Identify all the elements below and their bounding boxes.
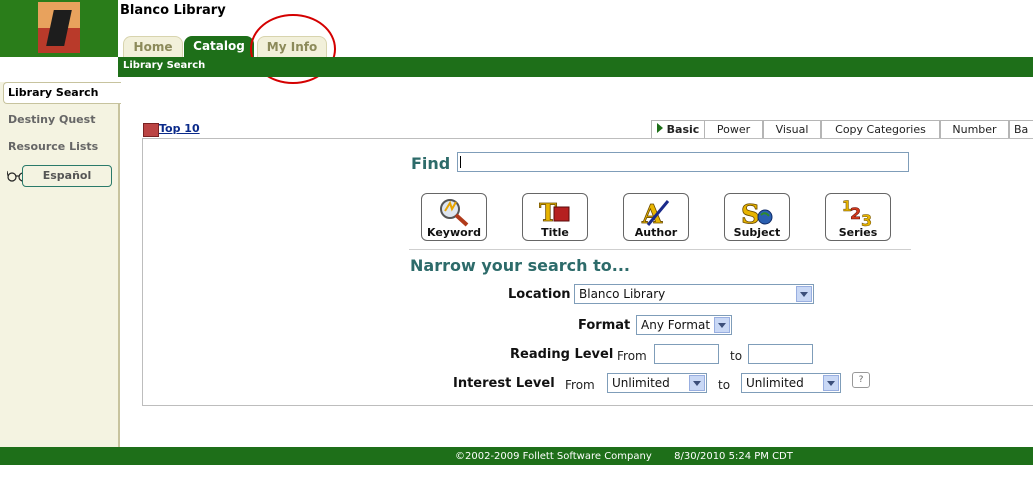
chevron-down-icon xyxy=(714,317,730,333)
footer-timestamp: 8/30/2010 5:24 PM CDT xyxy=(674,451,793,462)
location-select[interactable]: Blanco Library xyxy=(574,284,814,304)
search-tab-ba[interactable]: Ba xyxy=(1009,120,1033,138)
keyword-search-button[interactable]: Keyword xyxy=(421,193,487,241)
footer-text: ©2002-2009 Follett Software Company 8/30… xyxy=(455,451,793,462)
interest-to-label: to xyxy=(718,378,731,392)
chevron-down-icon xyxy=(796,286,812,302)
search-tab-copy-categories[interactable]: Copy Categories xyxy=(821,120,940,138)
find-input[interactable] xyxy=(457,152,909,172)
footer-copyright: ©2002-2009 Follett Software Company xyxy=(455,451,652,462)
series-search-button[interactable]: 1 2 3 Series xyxy=(825,193,891,241)
format-label: Format xyxy=(578,318,631,333)
subject-label: Subject xyxy=(733,226,781,239)
find-label: Find xyxy=(411,154,451,173)
title-search-button[interactable]: T Title xyxy=(522,193,588,241)
search-tab-visual[interactable]: Visual xyxy=(763,120,821,138)
sidebar-item-resource-lists[interactable]: Resource Lists xyxy=(8,140,98,153)
svg-text:2: 2 xyxy=(850,204,861,223)
reading-level-to-input[interactable] xyxy=(748,344,813,364)
svg-text:A: A xyxy=(641,200,663,227)
author-pen-icon: A xyxy=(641,200,670,227)
search-tab-power[interactable]: Power xyxy=(704,120,763,138)
author-label: Author xyxy=(634,226,678,239)
subject-globe-icon: S xyxy=(741,200,773,227)
interest-level-from-select[interactable]: Unlimited xyxy=(607,373,707,393)
magnifier-icon xyxy=(440,199,469,227)
search-tab-number[interactable]: Number xyxy=(940,120,1009,138)
divider xyxy=(409,249,911,250)
tab-home[interactable]: Home xyxy=(123,36,183,58)
svg-text:S: S xyxy=(741,200,760,227)
series-123-icon: 1 2 3 xyxy=(842,199,872,227)
sidebar: Library Search Destiny Quest Resource Li… xyxy=(0,82,121,447)
location-label: Location xyxy=(508,287,571,302)
sidebar-item-destiny-quest[interactable]: Destiny Quest xyxy=(8,113,95,126)
top10-link[interactable]: Top 10 xyxy=(159,122,200,135)
format-select[interactable]: Any Format xyxy=(636,315,732,335)
reading-to-label: to xyxy=(730,349,743,363)
library-logo xyxy=(0,0,118,57)
interest-from-value: Unlimited xyxy=(612,376,670,390)
title-label: Title xyxy=(541,226,569,239)
sidebar-item-label: Library Search xyxy=(8,86,99,99)
interest-to-value: Unlimited xyxy=(746,376,804,390)
interest-from-label: From xyxy=(565,378,595,392)
interest-level-to-select[interactable]: Unlimited xyxy=(741,373,841,393)
subject-search-button[interactable]: S Subject xyxy=(724,193,790,241)
keyword-label: Keyword xyxy=(427,226,481,239)
sidebar-item-library-search[interactable]: Library Search xyxy=(3,82,121,104)
interest-level-label: Interest Level xyxy=(453,376,555,391)
espanol-button[interactable]: Español xyxy=(22,165,112,187)
series-label: Series xyxy=(838,226,878,239)
location-value: Blanco Library xyxy=(579,287,666,301)
author-search-button[interactable]: A Author xyxy=(623,193,689,241)
play-arrow-icon xyxy=(656,123,663,133)
chevron-down-icon xyxy=(823,375,839,391)
subnav-library-search[interactable]: Library Search xyxy=(123,60,205,71)
narrow-search-heading: Narrow your search to... xyxy=(410,256,630,275)
reading-level-from-input[interactable] xyxy=(654,344,719,364)
reading-level-label: Reading Level xyxy=(510,347,614,362)
chevron-down-icon xyxy=(689,375,705,391)
subnav-bar xyxy=(118,57,1033,77)
title-book-icon: T xyxy=(539,198,570,227)
format-value: Any Format xyxy=(641,318,711,332)
app-title: Blanco Library xyxy=(120,3,226,18)
top10-icon xyxy=(143,123,159,137)
tab-catalog[interactable]: Catalog xyxy=(184,36,254,58)
reading-from-label: From xyxy=(617,349,647,363)
help-icon[interactable]: ? xyxy=(852,372,870,388)
svg-text:3: 3 xyxy=(861,211,872,227)
search-tab-basic[interactable]: Basic xyxy=(651,120,705,138)
